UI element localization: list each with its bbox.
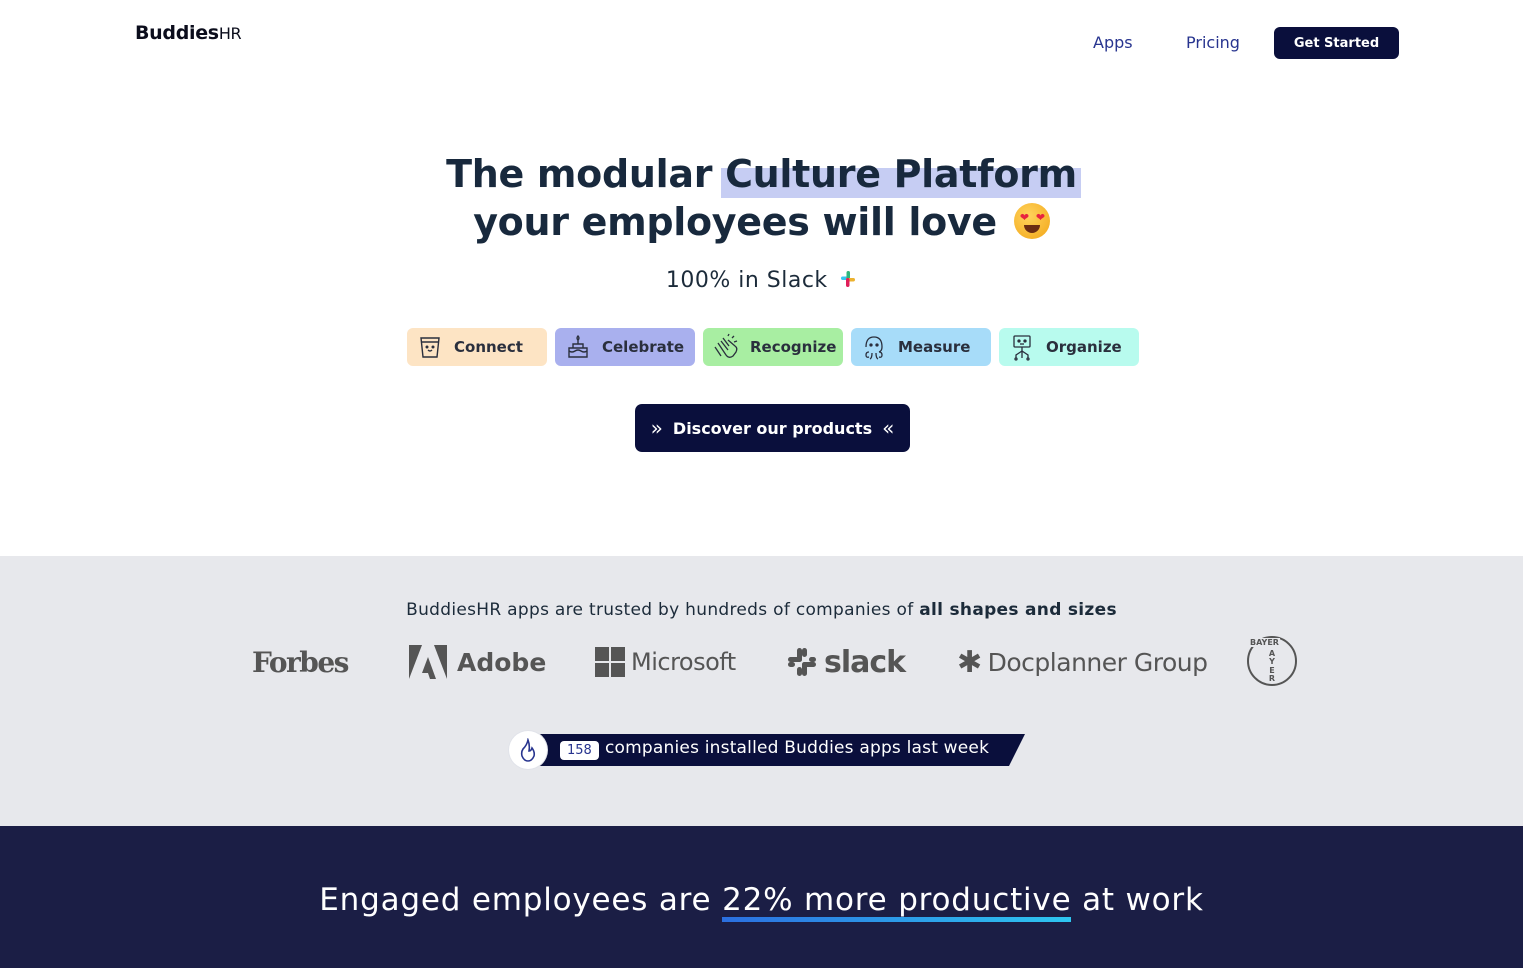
logo-regular: HR	[218, 24, 242, 43]
trusted-by-text: BuddiesHR apps are trusted by hundreds o…	[406, 600, 1117, 620]
hero-title-prefix: The modular	[446, 152, 726, 196]
installs-text: companies installed Buddies apps last we…	[605, 738, 990, 758]
get-started-button[interactable]: Get Started	[1274, 27, 1399, 59]
slack-logo: slack	[786, 642, 906, 682]
robot-icon	[1008, 333, 1036, 361]
docplanner-logo: ✱ Docplanner Group	[957, 644, 1208, 680]
trusted-by-section: BuddiesHR apps are trusted by hundreds o…	[0, 556, 1523, 826]
chevrons-right-icon: »	[650, 416, 663, 440]
category-pills: Connect Celebrate Recognize Measure Orga…	[407, 328, 1139, 366]
discover-products-button[interactable]: » Discover our products «	[635, 404, 910, 452]
logo-bold: Buddies	[135, 22, 219, 44]
site-header: BuddiesHR Apps Pricing Get Started	[0, 0, 1523, 90]
pill-measure-label: Measure	[898, 338, 971, 356]
nav-apps-link[interactable]: Apps	[1093, 33, 1133, 52]
pill-connect-label: Connect	[454, 338, 523, 356]
hero-subtitle: 100% in Slack	[0, 268, 1523, 293]
microsoft-logo: Microsoft	[595, 642, 736, 682]
pill-celebrate[interactable]: Celebrate	[555, 328, 695, 366]
hero-title-line2: your employees will love	[473, 200, 997, 244]
discover-label: Discover our products	[672, 418, 873, 438]
adobe-logo: Adobe	[409, 642, 546, 682]
pill-organize[interactable]: Organize	[999, 328, 1139, 366]
hero-title-highlight: Culture Platform	[721, 152, 1081, 198]
stat-section: Engaged employees are 22% more productiv…	[0, 826, 1523, 968]
pill-celebrate-label: Celebrate	[602, 338, 685, 356]
forbes-logo: Forbes	[252, 645, 349, 679]
slack-logo-icon	[839, 269, 857, 287]
pill-measure[interactable]: Measure	[851, 328, 991, 366]
trusted-by-bold: all shapes and sizes	[919, 600, 1117, 620]
octopus-icon	[860, 333, 888, 361]
fire-icon	[509, 731, 547, 769]
pill-connect[interactable]: Connect	[407, 328, 547, 366]
nav-pricing-link[interactable]: Pricing	[1186, 33, 1240, 52]
heart-eyes-emoji-icon: ❤ ❤	[1013, 203, 1050, 239]
pill-organize-label: Organize	[1046, 338, 1122, 356]
cake-icon	[564, 333, 592, 361]
pill-recognize[interactable]: Recognize	[703, 328, 843, 366]
buddieshr-logo[interactable]: BuddiesHR	[135, 22, 242, 44]
cup-icon	[416, 333, 444, 361]
microsoft-windows-icon	[595, 647, 625, 677]
clapping-hands-icon	[712, 333, 740, 361]
stat-heading: Engaged employees are 22% more productiv…	[319, 882, 1204, 922]
installs-count-badge: 158	[560, 741, 599, 760]
hero-title: The modular Culture Platform your employ…	[0, 150, 1523, 246]
stat-highlight: 22% more productive	[722, 882, 1072, 922]
slack-hash-icon	[788, 648, 816, 676]
adobe-mark-icon	[409, 645, 447, 679]
chevrons-left-icon: «	[882, 416, 895, 440]
installs-banner: 158 companies installed Buddies apps las…	[509, 731, 1025, 769]
pill-recognize-label: Recognize	[750, 338, 837, 356]
bayer-logo: BAYER BAYER	[1247, 636, 1297, 686]
docplanner-star-icon: ✱	[957, 644, 982, 680]
subtitle-text: 100% in Slack	[665, 268, 828, 293]
